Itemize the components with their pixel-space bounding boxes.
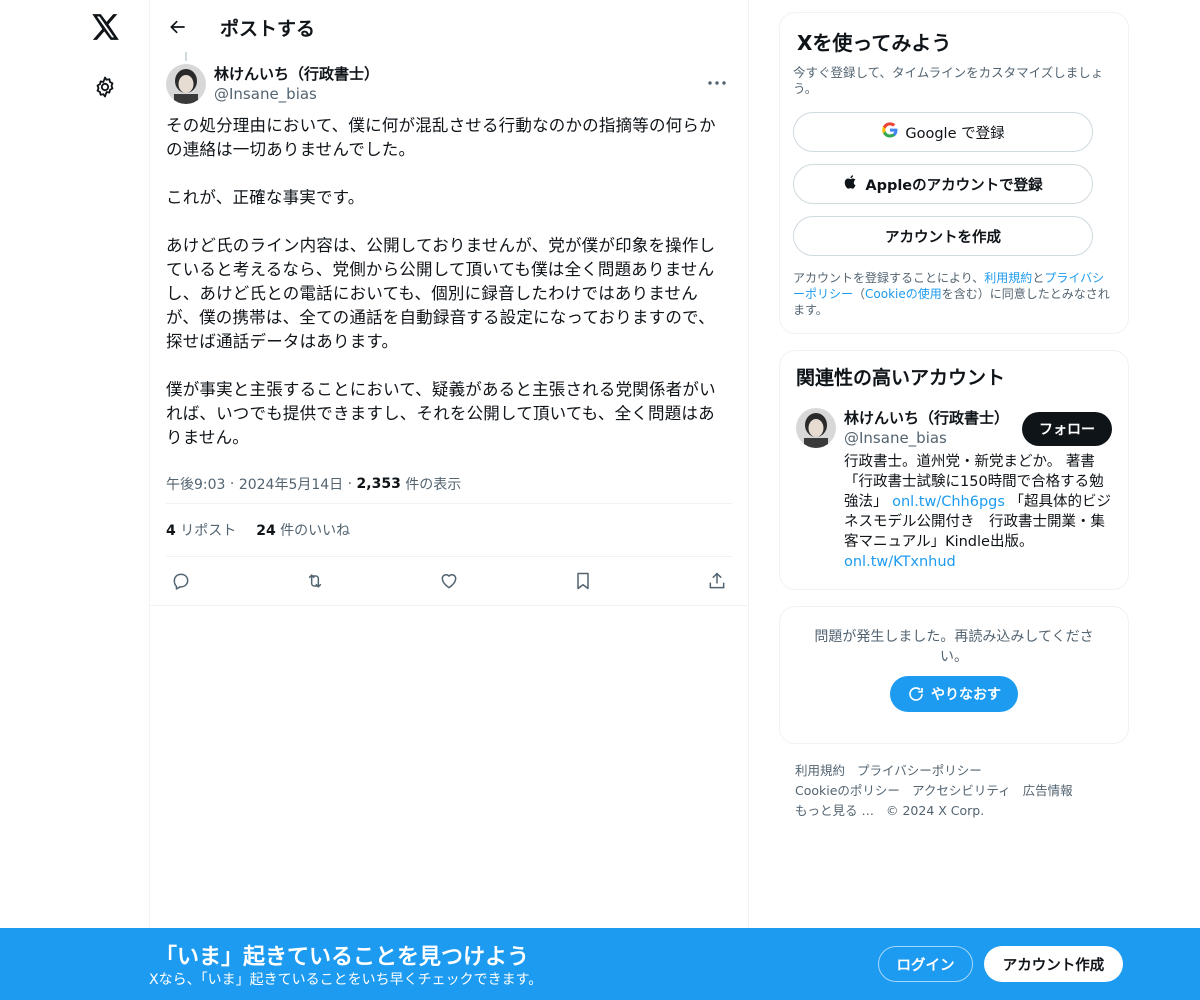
related-title: 関連性の高いアカウント [796,367,1006,389]
reposts-stat[interactable]: 4 リポスト [166,520,236,540]
avatar[interactable] [166,64,206,104]
bio-link[interactable]: onl.tw/KTxnhud [844,554,956,570]
legal-paren: （ [853,287,866,301]
related-account[interactable]: 林けんいち（行政書士） @Insane_bias 行政書士。道州党・新党まどか。… [796,408,1112,572]
apple-signup-label: Appleのアカウントで登録 [865,177,1043,194]
bottom-bar-title: 「いま」起きていることを見つけよう [155,945,530,970]
signup-title: Xを使ってみよう [797,31,952,55]
bookmark-icon[interactable] [572,570,594,592]
right-sidebar: Xを使ってみよう 今すぐ登録して、タイムラインをカスタマイズしましょう。 Goo… [779,12,1129,821]
post-text: その処分理由において、僕に何が混乱させる行動なのかの指摘等の何らか の連絡は一切… [166,116,716,447]
error-message: 問題が発生しました。再読み込みしてください。 [814,629,1094,665]
footer-privacy-link[interactable]: プライバシーポリシー [857,763,982,778]
create-account-label: アカウントを作成 [885,229,1001,246]
footer-accessibility-link[interactable]: アクセシビリティ [912,783,1011,798]
google-signup-label: Google で登録 [905,125,1005,142]
retry-button[interactable]: やりなおす [890,676,1018,712]
gear-icon[interactable] [91,73,119,101]
meta-separator: · [343,475,357,492]
legal-prefix: アカウントを登録することにより、 [793,271,985,285]
signup-card: Xを使ってみよう 今すぐ登録して、タイムラインをカスタマイズしましょう。 Goo… [779,12,1129,334]
avatar[interactable] [796,408,836,448]
login-button[interactable]: ログイン [878,946,973,982]
footer-terms-link[interactable]: 利用規約 [795,763,845,778]
author-handle[interactable]: @Insane_bias [214,84,379,104]
bio-link[interactable]: onl.tw/Chh6pgs [892,494,1005,510]
apple-icon [843,173,859,195]
signup-button[interactable]: アカウント作成 [984,946,1123,982]
signup-subtitle: 今すぐ登録して、タイムラインをカスタマイズしましょう。 [793,65,1104,96]
views-label: 件の表示 [405,476,462,493]
bottom-signup-bar: 「いま」起きていることを見つけよう Xなら、「いま」起きていることをいち早くチェ… [0,928,1200,1000]
footer-more-link[interactable]: もっと見る … [795,803,874,818]
post-author: 林けんいち（行政書士） @Insane_bias [166,54,732,114]
footer-cookie-link[interactable]: Cookieのポリシー [795,783,900,798]
left-nav [0,0,150,1000]
bottom-bar-subtitle: Xなら、「いま」起きていることをいち早くチェックできます。 [149,972,543,988]
footer-links: 利用規約 プライバシーポリシー Cookieのポリシー アクセシビリティ 広告情報 も… [779,761,1129,821]
create-account-button[interactable]: アカウントを作成 [793,216,1093,256]
post-time[interactable]: 午後9:03 [166,474,225,494]
repost-icon[interactable] [304,570,326,592]
retry-label: やりなおす [931,687,1001,703]
meta-separator: · [225,475,239,492]
back-arrow-icon[interactable] [166,15,190,39]
related-accounts-card: 関連性の高いアカウント 林けんいち（行政書士） @Insane_bias 行政書… [779,350,1129,590]
post-stats: 4 リポスト 24 件のいいね [166,504,732,557]
post-meta: 午後9:03 · 2024年5月14日 · 2,353 件の表示 [166,464,732,504]
signup-legal-text: アカウントを登録することにより、利用規約とプライバシーポリシー（Cookieの使… [793,270,1114,318]
like-icon[interactable] [438,570,460,592]
google-icon [881,121,899,143]
related-bio: 行政書士。道州党・新党まどか。 著書「行政書士試験に150時間で合格する勉強法」… [844,452,1112,572]
views-count: 2,353 [356,475,401,492]
reply-icon[interactable] [170,570,192,592]
google-signup-button[interactable]: Google で登録 [793,112,1093,152]
share-icon[interactable] [706,570,728,592]
legal-and: と [1032,271,1045,285]
error-card: 問題が発生しました。再読み込みしてください。 やりなおす [779,606,1129,744]
page-title: ポストする [220,17,316,40]
divider [150,605,748,606]
apple-signup-button[interactable]: Appleのアカウントで登録 [793,164,1093,204]
likes-stat[interactable]: 24 件のいいね [256,520,350,540]
post: 林けんいち（行政書士） @Insane_bias その処分理由において、僕に何が… [150,54,748,605]
main-column: ポストする 林けんいち（行政書士） @Insane_bias その処分理由におい… [150,0,749,1000]
author-name[interactable]: 林けんいち（行政書士） [214,64,379,84]
terms-link[interactable]: 利用規約 [984,271,1032,285]
x-logo-icon[interactable] [89,10,123,44]
footer-ads-link[interactable]: 広告情報 [1023,783,1073,798]
follow-button[interactable]: フォロー [1022,412,1112,446]
cookie-link[interactable]: Cookieの使用 [865,287,942,301]
post-date[interactable]: 2024年5月14日 [239,474,343,494]
refresh-icon [907,685,925,703]
copyright: © 2024 X Corp. [885,803,985,818]
post-actions [166,557,732,605]
more-icon[interactable] [702,68,732,98]
main-header: ポストする [150,0,748,54]
